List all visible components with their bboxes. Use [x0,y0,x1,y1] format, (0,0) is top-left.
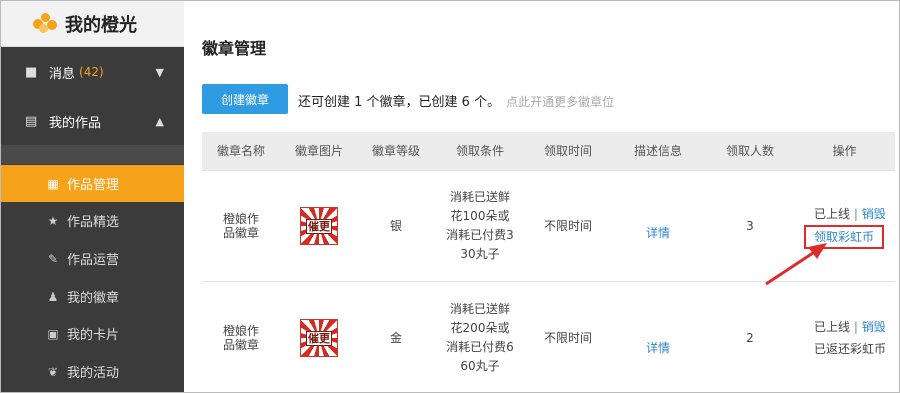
sidebar-item-label: 我的活动 [67,366,120,381]
chevron-down-icon: ▼ [155,65,164,79]
sidebar-item-label: 我的卡片 [67,328,120,343]
claim-count: 3 [706,169,794,281]
sidebar: 我的橙光 ■ 消息 (42) ▼ ▤ 我的作品 ▲ ▦ 作品管理 ★ 作品精选 … [1,1,184,392]
paw-icon: ❦ [47,364,59,379]
window: 我的橙光 ■ 消息 (42) ▼ ▤ 我的作品 ▲ ▦ 作品管理 ★ 作品精选 … [0,0,900,393]
claim-count: 2 [706,280,794,392]
status-online: 已上线 [814,319,851,334]
badge-image-text: 催更 [306,218,332,234]
sidebar-item-my-activities[interactable]: ❦ 我的活动 [1,353,184,390]
claim-rainbow-coin-link[interactable]: 领取彩虹币 [804,224,885,249]
create-badge-button[interactable]: 创建徽章 [202,84,288,114]
messages-count: (42) [79,65,104,79]
col-badge-name: 徽章名称 [216,144,265,159]
nav-messages-label: 消息 [49,66,76,82]
badge-time: 不限时间 [526,280,610,392]
nav-works-label: 我的作品 [49,115,102,131]
badge-time: 不限时间 [526,169,610,281]
sidebar-item-label: 作品精选 [67,215,120,230]
card-icon: ▣ [47,326,59,341]
page-title: 徽章管理 [202,39,267,58]
chevron-up-icon: ▲ [155,114,164,128]
sidebar-item-label: 作品管理 [67,178,120,193]
col-description: 描述信息 [633,144,682,159]
quota-text: 还可创建 1 个徽章，已创建 6 个。 [298,95,501,110]
table-row: 橙娘作品徽章 催更 银 消耗已送鲜花100朵或消耗已付费330丸子 不限时间 详… [202,169,895,281]
destroy-link[interactable]: 销毁 [862,207,886,221]
status-online: 已上线 [814,206,851,221]
table-row: 橙娘作品徽章 催更 金 消耗已送鲜花200朵或消耗已付费660丸子 不限时间 详… [202,280,895,392]
brand[interactable]: 我的橙光 [1,1,184,47]
col-time: 领取时间 [543,144,592,159]
badge-name: 橙娘作品徽章 [222,323,259,352]
col-badge-image: 徽章图片 [294,144,343,159]
upgrade-slots-link[interactable]: 点此开通更多徽章位 [506,95,614,109]
edit-icon: ✎ [47,251,59,266]
brand-title: 我的橙光 [65,14,137,36]
sidebar-item-works-manage[interactable]: ▦ 作品管理 [1,165,184,202]
sidebar-item-label: 我的徽章 [67,291,120,306]
star-icon: ★ [47,213,59,228]
details-link[interactable]: 详情 [646,341,670,355]
destroy-link[interactable]: 销毁 [862,320,886,334]
badge-level: 银 [358,169,434,281]
main-content: 徽章管理 创建徽章 还可创建 1 个徽章，已创建 6 个。 点此开通更多徽章位 徽… [184,1,899,392]
badge-image-text: 催更 [306,330,332,346]
badge-condition: 消耗已送鲜花100朵或消耗已付费330丸子 [446,189,514,261]
document-icon: ▤ [25,113,38,129]
nav-messages[interactable]: ■ 消息 (42) ▼ [1,59,184,85]
badge-condition: 消耗已送鲜花200朵或消耗已付费660丸子 [446,301,514,373]
sidebar-item-my-cards[interactable]: ▣ 我的卡片 [1,315,184,352]
table-header: 徽章名称 徽章图片 徽章等级 领取条件 领取时间 描述信息 领取人数 操作 [202,132,895,170]
sidebar-item-works-featured[interactable]: ★ 作品精选 [1,202,184,239]
chat-icon: ■ [25,64,38,80]
sidebar-item-label: 作品运营 [67,253,120,268]
rainbow-coin-returned: 已返还彩虹币 [814,341,887,356]
badge-table: 徽章名称 徽章图片 徽章等级 领取条件 领取时间 描述信息 领取人数 操作 橙娘… [202,132,895,392]
grid-icon: ▦ [47,176,59,191]
orange-logo-icon [33,12,57,35]
badge-image: 催更 [300,318,338,357]
sidebar-item-works-operation[interactable]: ✎ 作品运营 [1,240,184,277]
user-badge-icon: ♟ [47,289,59,304]
col-actions: 操作 [832,144,857,159]
details-link[interactable]: 详情 [646,226,670,240]
badge-quota-info: 还可创建 1 个徽章，已创建 6 个。 点此开通更多徽章位 [298,91,614,110]
col-count: 领取人数 [725,144,774,159]
nav-works[interactable]: ▤ 我的作品 ▲ [1,108,184,134]
col-condition: 领取条件 [455,144,504,159]
badge-name: 橙娘作品徽章 [222,211,259,240]
badge-level: 金 [358,280,434,392]
col-badge-level: 徽章等级 [371,144,420,159]
sidebar-divider [1,145,184,164]
badge-image: 催更 [300,206,338,245]
sidebar-item-my-badges[interactable]: ♟ 我的徽章 [1,278,184,315]
